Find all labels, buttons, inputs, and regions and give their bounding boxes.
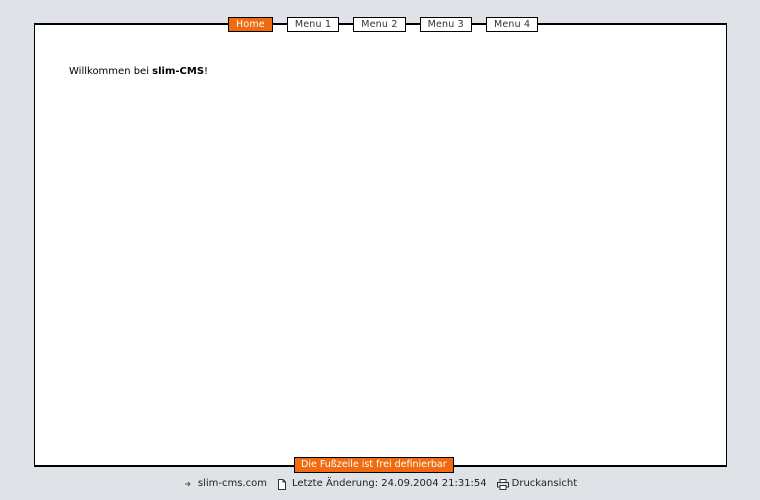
welcome-prefix: Willkommen bei bbox=[69, 66, 153, 77]
main-navigation: Home Menu 1 Menu 2 Menu 3 Menu 4 bbox=[228, 16, 539, 32]
nav-connector bbox=[472, 23, 486, 25]
printer-icon bbox=[496, 478, 509, 490]
nav-item-menu-1[interactable]: Menu 1 bbox=[286, 16, 340, 32]
nav-item-home[interactable]: Home bbox=[228, 16, 273, 32]
nav-connector bbox=[339, 23, 353, 25]
print-link[interactable]: Druckansicht bbox=[512, 478, 577, 489]
welcome-text: Willkommen bei slim-CMS! bbox=[69, 66, 208, 77]
nav-connector bbox=[273, 23, 287, 25]
print-link-group: Druckansicht bbox=[496, 478, 577, 490]
last-change-group: Letzte Änderung: 24.09.2004 21:31:54 bbox=[277, 478, 487, 490]
welcome-suffix: ! bbox=[204, 66, 209, 77]
document-icon bbox=[277, 478, 287, 490]
nav-item-menu-2[interactable]: Menu 2 bbox=[353, 16, 406, 32]
footer-note: Die Fußzeile ist frei definierbar bbox=[294, 457, 454, 473]
site-link[interactable]: slim-cms.com bbox=[198, 478, 267, 489]
nav-item-menu-4[interactable]: Menu 4 bbox=[485, 16, 539, 32]
nav-item-menu-3[interactable]: Menu 3 bbox=[419, 16, 472, 32]
nav-connector bbox=[406, 23, 420, 25]
site-link-group: slim-cms.com bbox=[183, 478, 267, 489]
bottom-links: slim-cms.com Letzte Änderung: 24.09.2004… bbox=[0, 478, 760, 490]
content-frame bbox=[34, 23, 727, 467]
welcome-brand: slim-CMS bbox=[152, 66, 205, 77]
arrow-right-icon bbox=[183, 479, 193, 489]
last-change-text: Letzte Änderung: 24.09.2004 21:31:54 bbox=[291, 478, 487, 489]
